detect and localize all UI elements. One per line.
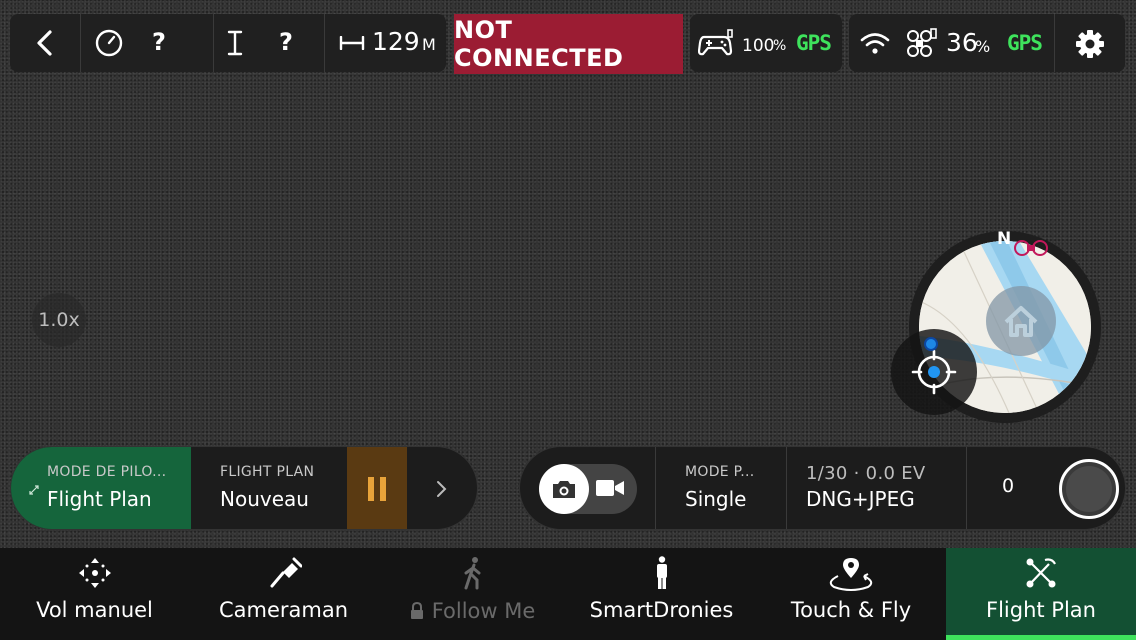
user-location-dot — [924, 337, 938, 351]
chevron-right-icon — [435, 480, 447, 498]
walking-person-icon — [455, 556, 491, 590]
distance-unit: M — [422, 35, 436, 54]
photo-mode-value: Single — [685, 487, 747, 511]
photo-video-toggle[interactable] — [539, 464, 637, 514]
controller-battery-value: 100 — [742, 36, 775, 56]
connection-status-badge[interactable]: NOT CONNECTED — [454, 14, 683, 74]
nav-label: Flight Plan — [986, 598, 1096, 622]
north-indicator: N — [997, 229, 1012, 249]
divider — [966, 447, 967, 529]
height-icon — [227, 30, 243, 56]
drone-battery-value: 36 — [946, 28, 978, 57]
nav-vol-manuel[interactable]: Vol manuel — [0, 548, 189, 640]
nav-smartdronies[interactable]: SmartDronies — [567, 548, 756, 640]
distance-indicator[interactable]: 129 M — [325, 14, 446, 72]
speed-value: ? — [152, 28, 166, 56]
divider — [1054, 14, 1055, 72]
photo-count: 0 — [1002, 475, 1015, 497]
nav-cameraman[interactable]: Cameraman — [189, 548, 378, 640]
nav-touch-and-fly[interactable]: Touch & Fly — [756, 548, 946, 640]
nav-flight-plan[interactable]: Flight Plan — [946, 548, 1136, 640]
flight-mode-panel: MODE DE PILO... Flight Plan FLIGHT PLAN … — [10, 446, 478, 530]
nav-follow-me[interactable]: Follow Me — [378, 548, 567, 640]
piloting-mode-selector[interactable]: MODE DE PILO... Flight Plan — [11, 447, 191, 529]
controller-icon — [698, 29, 734, 57]
flight-plan-icon — [1023, 556, 1059, 590]
top-left-toolbar: ? ? 129 M — [10, 14, 446, 72]
zoom-indicator[interactable]: 1.0x — [32, 293, 86, 347]
photo-mode-selector[interactable]: MODE P... Single — [656, 447, 786, 529]
exposure-value: 1/30 · 0.0 EV — [806, 463, 926, 484]
drone-position-icon — [1013, 237, 1049, 259]
drone-status[interactable]: 36 % GPS — [849, 14, 1125, 72]
nav-label: Follow Me — [431, 599, 536, 623]
expand-panel-button[interactable] — [407, 447, 477, 529]
height-indicator[interactable]: ? — [214, 14, 334, 72]
nav-label-row: Follow Me — [378, 598, 567, 623]
drone-battery-unit: % — [975, 37, 991, 56]
photo-mode-label: MODE P... — [685, 464, 755, 480]
piloting-mode-label: MODE DE PILO... — [47, 464, 167, 480]
controller-status[interactable]: 100 % GPS — [690, 14, 842, 72]
video-camera-icon[interactable] — [595, 476, 625, 500]
crosshair-icon — [911, 349, 957, 395]
flight-plan-selector[interactable]: FLIGHT PLAN Nouveau — [191, 447, 347, 529]
camera-icon — [551, 478, 577, 500]
back-icon — [35, 29, 55, 57]
height-value: ? — [279, 28, 293, 56]
home-icon[interactable] — [986, 286, 1056, 356]
move-arrows-icon — [77, 556, 113, 590]
distance-icon — [339, 36, 365, 50]
camera-panel: MODE P... Single 1/30 · 0.0 EV DNG+JPEG … — [519, 446, 1126, 530]
controller-battery-unit: % — [773, 38, 787, 54]
bottom-navigation: Vol manuel Cameraman Follow Me SmartDron… — [0, 548, 1136, 640]
standing-person-icon — [644, 556, 680, 590]
nav-label: Touch & Fly — [790, 598, 912, 622]
image-format-value: DNG+JPEG — [806, 487, 915, 511]
piloting-mode-value: Flight Plan — [47, 487, 152, 511]
cameraman-icon — [266, 556, 302, 590]
photo-mode-button[interactable] — [539, 464, 589, 514]
speed-gauge-icon — [95, 29, 123, 57]
nav-label: Cameraman — [218, 598, 349, 622]
controller-gps-label: GPS — [796, 31, 832, 55]
pause-icon — [366, 476, 388, 502]
settings-gear-icon[interactable] — [1075, 29, 1105, 59]
map-pin-icon — [824, 556, 878, 592]
lock-icon — [410, 602, 424, 620]
nav-label: SmartDronies — [589, 598, 734, 622]
back-button[interactable] — [10, 14, 80, 72]
drone-icon — [906, 28, 938, 60]
pause-button[interactable] — [347, 447, 407, 529]
exposure-settings[interactable]: 1/30 · 0.0 EV DNG+JPEG — [787, 447, 966, 529]
shutter-button[interactable] — [1059, 459, 1119, 519]
nav-label: Vol manuel — [36, 598, 153, 622]
distance-value: 129 — [372, 27, 420, 56]
mode-expand-icon — [29, 485, 39, 495]
flight-plan-label: FLIGHT PLAN — [220, 464, 315, 480]
speed-indicator[interactable]: ? — [81, 14, 213, 72]
wifi-icon — [860, 31, 890, 55]
drone-gps-label: GPS — [1007, 31, 1043, 55]
flight-plan-value: Nouveau — [220, 487, 309, 511]
